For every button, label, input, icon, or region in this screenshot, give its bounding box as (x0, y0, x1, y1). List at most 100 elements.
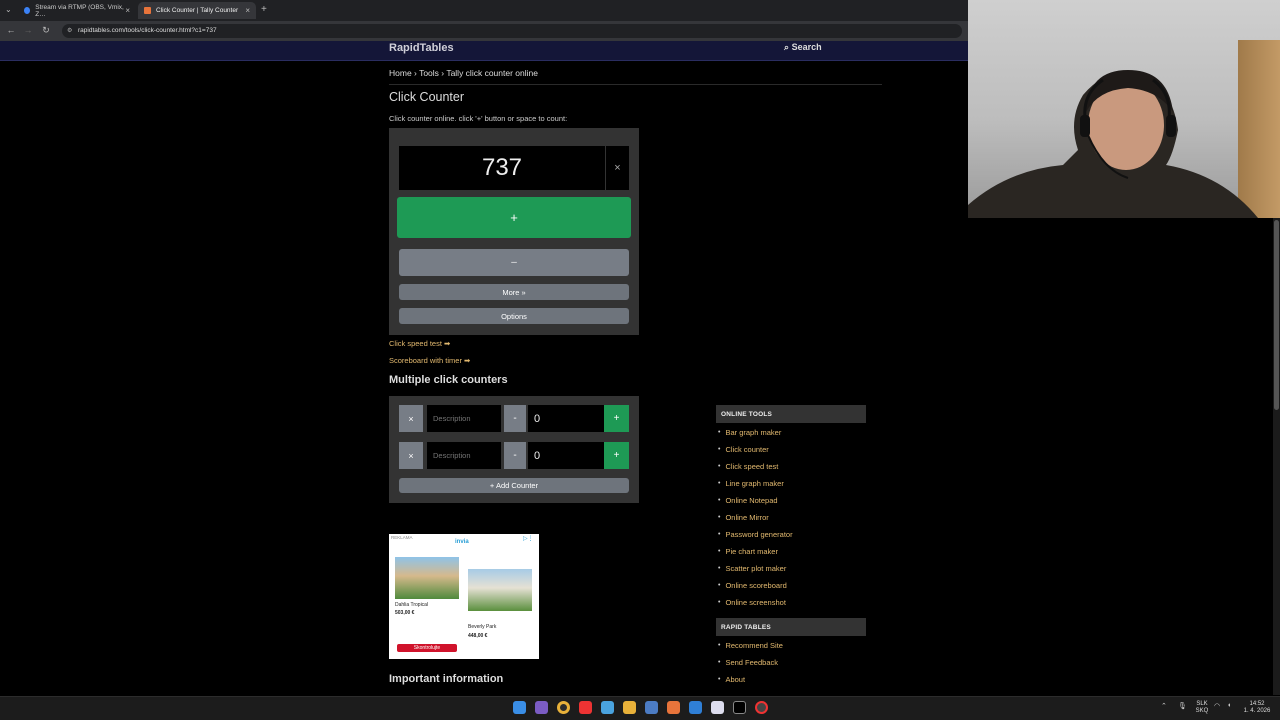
browser-tab-stream[interactable]: Stream via RTMP (OBS, Vmix, Z… × (18, 2, 136, 19)
clock-time: 14:52 (1249, 701, 1265, 707)
site-info-icon[interactable]: ⚙ (67, 27, 72, 34)
language-bottom: SKQ (1195, 708, 1209, 714)
start-windows-icon[interactable] (513, 701, 526, 714)
ad-hotel-price: 448,00 € (468, 633, 488, 639)
rapidtables-favicon-icon (144, 7, 151, 14)
advertisement[interactable]: REKLAMA invia ▷⋮ Dahlia Tropical 503,00 … (389, 534, 539, 659)
close-tab-icon[interactable]: × (245, 6, 250, 15)
reload-icon[interactable]: ↻ (40, 25, 52, 36)
site-logo[interactable]: RapidTables (389, 42, 454, 54)
new-tab-icon[interactable]: + (261, 4, 267, 15)
online-tools-heading: ONLINE TOOLS (716, 405, 866, 423)
shield-app-icon[interactable] (645, 701, 658, 714)
page-subtitle: Click counter online. click '+' button o… (389, 114, 568, 123)
sidebar-link[interactable]: Click speed test (718, 458, 793, 475)
online-tools-list: Bar graph maker Click counter Click spee… (718, 424, 793, 611)
sidebar-link[interactable]: Recommend Site (718, 637, 783, 654)
tab-list-chevron-icon[interactable]: ⌄ (5, 5, 12, 14)
counter-increment-button[interactable]: + (604, 405, 629, 432)
hotel-image (468, 569, 532, 611)
microphone-icon[interactable]: 🎙 (1178, 702, 1187, 710)
rapid-tables-list: Recommend Site Send Feedback About (718, 637, 783, 688)
tab-title: Stream via RTMP (OBS, Vmix, Z… (35, 3, 124, 18)
site-header (0, 41, 968, 61)
sidebar-link[interactable]: Online Notepad (718, 492, 793, 509)
forward-arrow-icon[interactable]: → (22, 25, 34, 35)
remove-counter-button[interactable]: × (399, 405, 423, 432)
ad-hotel-price: 503,00 € (395, 610, 415, 616)
multiple-counters-heading: Multiple click counters (389, 374, 508, 386)
sidebar-link[interactable]: Pie chart maker (718, 543, 793, 560)
counter-description-input[interactable] (427, 442, 501, 469)
remove-counter-button[interactable]: × (399, 442, 423, 469)
person-silhouette (968, 70, 1258, 218)
add-counter-button[interactable]: + Add Counter (399, 478, 629, 493)
terminal-icon[interactable] (733, 701, 746, 714)
back-arrow-icon[interactable]: ← (5, 25, 17, 35)
hotel-image (395, 557, 459, 599)
sidebar-link[interactable]: Bar graph maker (718, 424, 793, 441)
ad-choices-icon[interactable]: ▷⋮ (523, 535, 534, 542)
tab-title: Click Counter | Tally Counter (156, 7, 239, 14)
url-input[interactable]: rapidtables.com/tools/click-counter.html… (62, 24, 962, 38)
search-icon: ⌕ (784, 42, 790, 52)
search-link[interactable]: ⌕ Search (784, 42, 822, 53)
rapid-tables-heading: RAPID TABLES (716, 618, 866, 636)
language-top: SLK (1196, 701, 1208, 707)
breadcrumb-divider (389, 84, 882, 85)
scrollbar-thumb[interactable] (1274, 220, 1279, 410)
sidebar-link[interactable]: Click counter (718, 441, 793, 458)
language-indicator[interactable]: SLK SKQ (1195, 701, 1209, 715)
chrome-alt-icon[interactable] (755, 701, 768, 714)
sidebar-link[interactable]: About (718, 671, 783, 688)
ad-cta-button[interactable]: Skontrolujte (397, 644, 457, 652)
volume-icon[interactable]: ◖ (1227, 702, 1231, 709)
chrome-icon[interactable] (557, 701, 570, 714)
important-information-heading: Important information (389, 673, 504, 685)
options-button[interactable]: Options (399, 308, 629, 324)
clock[interactable]: 14:52 1. 4. 2026 (1240, 701, 1274, 715)
ad-brand-logo: invia (455, 539, 469, 545)
counter-increment-button[interactable]: + (604, 442, 629, 469)
increment-button[interactable]: + (397, 197, 631, 238)
more-button[interactable]: More » (399, 284, 629, 300)
visual-studio-icon[interactable] (535, 701, 548, 714)
file-explorer-icon[interactable] (623, 701, 636, 714)
decrement-button[interactable]: – (399, 249, 629, 276)
reset-button[interactable]: × (605, 146, 629, 190)
scoreboard-link[interactable]: Scoreboard with timer ➡ (389, 356, 470, 365)
sidebar-link[interactable]: Scatter plot maker (718, 560, 793, 577)
counter-decrement-button[interactable]: - (504, 442, 526, 469)
ad-hotel-name: Dahlia Tropical (395, 602, 429, 608)
breadcrumb[interactable]: Home › Tools › Tally click counter onlin… (389, 68, 538, 78)
counter-display: 737 (399, 146, 605, 190)
counter-decrement-button[interactable]: - (504, 405, 526, 432)
sidebar-link[interactable]: Online screenshot (718, 594, 793, 611)
counter-description-input[interactable] (427, 405, 501, 432)
counter-value[interactable]: 0 (528, 405, 604, 432)
stream-favicon-icon (24, 7, 31, 14)
close-tab-icon[interactable]: × (125, 6, 130, 15)
tray-chevron-icon[interactable]: ⌃ (1161, 702, 1167, 710)
sidebar-link[interactable]: Line graph maker (718, 475, 793, 492)
monitor-app-icon[interactable] (601, 701, 614, 714)
ad-hotel-name: Beverly Park (468, 624, 497, 630)
sidebar-link[interactable]: Online scoreboard (718, 577, 793, 594)
notepad-icon[interactable] (711, 701, 724, 714)
windows-taskbar (0, 696, 1280, 720)
page-title: Click Counter (389, 90, 465, 104)
wifi-icon[interactable]: ◠ (1214, 702, 1220, 710)
clock-date: 1. 4. 2026 (1243, 708, 1271, 714)
click-speed-test-link[interactable]: Click speed test ➡ (389, 339, 450, 348)
sidebar-link[interactable]: Password generator (718, 526, 792, 543)
url-text: rapidtables.com/tools/click-counter.html… (78, 27, 217, 34)
search-label: Search (791, 42, 822, 52)
store-icon[interactable] (689, 701, 702, 714)
youtube-icon[interactable] (579, 701, 592, 714)
sidebar-link[interactable]: Send Feedback (718, 654, 783, 671)
rapidtables-app-icon[interactable] (667, 701, 680, 714)
sidebar-link[interactable]: Online Mirror (718, 509, 793, 526)
webcam-overlay (968, 0, 1280, 218)
browser-tab-click-counter[interactable]: Click Counter | Tally Counter × (138, 2, 256, 19)
counter-value[interactable]: 0 (528, 442, 604, 469)
